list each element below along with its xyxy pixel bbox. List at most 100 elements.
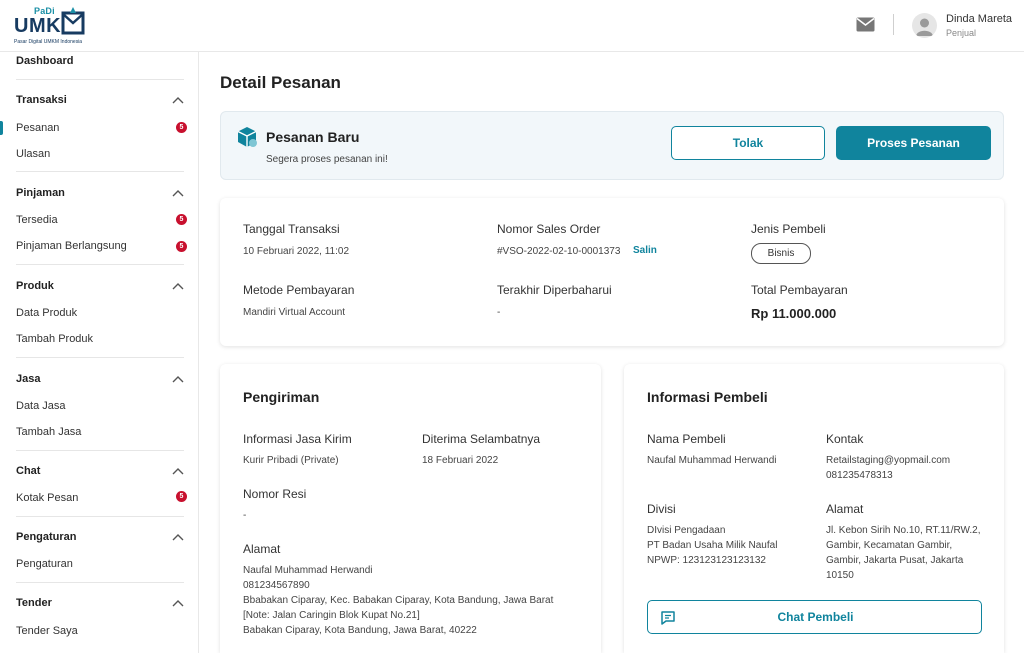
mail-icon[interactable] xyxy=(856,17,875,32)
shipping-title: Pengiriman xyxy=(243,389,320,405)
user-role: Penjual xyxy=(946,28,977,38)
chevron-up-icon[interactable] xyxy=(172,189,184,197)
diterima-label: Diterima Selambatnya xyxy=(422,432,541,446)
address-line: Naufal Muhammad Herwandi xyxy=(243,565,373,576)
buyer-address-line: Gambir, Kecamatan Gambir, xyxy=(826,540,953,551)
address-line: Babakan Ciparay, Kota Bandung, Jawa Bara… xyxy=(243,625,477,636)
person-icon xyxy=(916,18,933,36)
active-indicator xyxy=(0,121,3,135)
notification-badge: 5 xyxy=(176,122,187,133)
kontak-email: Retailstaging@yopmail.com xyxy=(826,455,951,466)
chat-buyer-button[interactable]: Chat Pembeli xyxy=(647,600,982,634)
order-summary-card: Tanggal Transaksi 10 Februari 2022, 11:0… xyxy=(220,198,1004,346)
kontak-phone: 081235478313 xyxy=(826,470,893,481)
nomor-resi-value: - xyxy=(243,510,247,521)
total-pembayaran-label: Total Pembayaran xyxy=(751,283,848,297)
buyer-address-line: Jl. Kebon Sirih No.10, RT.11/RW.2, xyxy=(826,525,981,536)
sidebar-item-tersedia[interactable]: Tersedia xyxy=(16,214,58,226)
chevron-up-icon[interactable] xyxy=(172,375,184,383)
buyer-info-card: Informasi Pembeli Nama Pembeli Naufal Mu… xyxy=(624,364,1004,653)
sidebar-divider xyxy=(16,264,184,265)
sidebar-section-transaksi[interactable]: Transaksi xyxy=(16,94,67,106)
logo-envelope-icon xyxy=(61,7,85,35)
terakhir-diperbaharui-label: Terakhir Diperbaharui xyxy=(497,283,612,297)
sidebar-item-tambah-jasa[interactable]: Tambah Jasa xyxy=(16,426,81,438)
sidebar-item-tender-saya[interactable]: Tender Saya xyxy=(16,625,78,637)
jasa-kirim-value: Kurir Pribadi (Private) xyxy=(243,455,339,466)
new-order-banner: Pesanan Baru Segera proses pesanan ini! … xyxy=(220,111,1004,180)
logo-umk-text: UMK xyxy=(14,15,62,37)
sidebar-section-pinjaman[interactable]: Pinjaman xyxy=(16,187,65,199)
padi-umkm-logo[interactable]: PaDi UMK Pasar Digital UMKM Indonesia xyxy=(14,6,94,46)
buyer-type-badge: Bisnis xyxy=(751,243,811,264)
buyer-info-title: Informasi Pembeli xyxy=(647,389,768,405)
sidebar-item-ulasan[interactable]: Ulasan xyxy=(16,148,50,160)
sales-order-label: Nomor Sales Order xyxy=(497,222,601,236)
shipping-card: Pengiriman Informasi Jasa Kirim Kurir Pr… xyxy=(220,364,601,653)
buyer-alamat-label: Alamat xyxy=(826,502,864,516)
header-divider xyxy=(893,14,894,35)
sidebar-item-pengaturan[interactable]: Pengaturan xyxy=(16,558,73,570)
sidebar-divider xyxy=(16,357,184,358)
banner-subtitle: Segera proses pesanan ini! xyxy=(266,154,388,165)
sidebar-item-kotak-pesan[interactable]: Kotak Pesan xyxy=(16,492,78,504)
sidebar-item-pinjaman-berlangsung[interactable]: Pinjaman Berlangsung xyxy=(16,240,127,252)
notification-badge: 5 xyxy=(176,214,187,225)
nama-pembeli-value: Naufal Muhammad Herwandi xyxy=(647,455,777,466)
notification-badge: 5 xyxy=(176,491,187,502)
notification-badge: 5 xyxy=(176,241,187,252)
divisi-label: Divisi xyxy=(647,502,676,516)
banner-title: Pesanan Baru xyxy=(266,129,360,145)
chevron-up-icon[interactable] xyxy=(172,282,184,290)
sidebar-item-tambah-produk[interactable]: Tambah Produk xyxy=(16,333,93,345)
nama-pembeli-label: Nama Pembeli xyxy=(647,432,726,446)
kontak-label: Kontak xyxy=(826,432,864,446)
chat-buyer-label: Chat Pembeli xyxy=(777,610,854,624)
divisi-line: NPWP: 123123123123132 xyxy=(647,555,766,566)
address-line: Bbabakan Ciparay, Kec. Babakan Ciparay, … xyxy=(243,595,554,606)
jenis-pembeli-label: Jenis Pembeli xyxy=(751,222,826,236)
metode-pembayaran-label: Metode Pembayaran xyxy=(243,283,355,297)
buyer-address-line: Gambir, Jakarta Pusat, Jakarta xyxy=(826,555,964,566)
sidebar-divider xyxy=(16,79,184,80)
sales-order-value: #VSO-2022-02-10-0001373 xyxy=(497,246,621,257)
address-line: [Note: Jalan Caringin Blok Kupat No.21] xyxy=(243,610,420,621)
divisi-line: PT Badan Usaha Milik Naufal xyxy=(647,540,778,551)
sidebar-item-pesanan[interactable]: Pesanan xyxy=(16,122,59,134)
user-name[interactable]: Dinda Mareta xyxy=(946,13,1012,25)
diterima-value: 18 Februari 2022 xyxy=(422,455,499,466)
chevron-up-icon[interactable] xyxy=(172,96,184,104)
page-title: Detail Pesanan xyxy=(220,73,341,92)
sidebar-section-jasa[interactable]: Jasa xyxy=(16,373,40,385)
address-line: 081234567890 xyxy=(243,580,310,591)
alamat-label: Alamat xyxy=(243,542,281,556)
metode-pembayaran-value: Mandiri Virtual Account xyxy=(243,307,346,318)
package-icon xyxy=(237,127,257,147)
chevron-up-icon[interactable] xyxy=(172,467,184,475)
sidebar-section-produk[interactable]: Produk xyxy=(16,280,54,292)
tanggal-transaksi-value: 10 Februari 2022, 11:02 xyxy=(243,246,350,257)
total-pembayaran-value: Rp 11.000.000 xyxy=(751,306,837,321)
avatar-icon[interactable] xyxy=(912,13,937,38)
copy-link[interactable]: Salin xyxy=(633,245,657,256)
terakhir-diperbaharui-value: - xyxy=(497,307,501,318)
process-order-button[interactable]: Proses Pesanan xyxy=(836,126,991,160)
top-header: PaDi UMK Pasar Digital UMKM Indonesia Di… xyxy=(0,0,1024,52)
sidebar-divider xyxy=(16,516,184,517)
sidebar-section-pengaturan[interactable]: Pengaturan xyxy=(16,531,77,543)
buyer-address-line: 10150 xyxy=(826,570,854,581)
sidebar-divider xyxy=(16,450,184,451)
chevron-up-icon[interactable] xyxy=(172,599,184,607)
sidebar: Dashboard Transaksi Pesanan 5 Ulasan Pin… xyxy=(0,52,199,653)
reject-button[interactable]: Tolak xyxy=(671,126,825,160)
chevron-up-icon[interactable] xyxy=(172,533,184,541)
sidebar-divider xyxy=(16,171,184,172)
sidebar-item-data-jasa[interactable]: Data Jasa xyxy=(16,400,66,412)
sidebar-item-data-produk[interactable]: Data Produk xyxy=(16,307,77,319)
tanggal-transaksi-label: Tanggal Transaksi xyxy=(243,222,340,236)
sidebar-divider xyxy=(16,582,184,583)
sidebar-section-chat[interactable]: Chat xyxy=(16,465,40,477)
sidebar-section-tender[interactable]: Tender xyxy=(16,597,52,609)
divisi-line: DIvisi Pengadaan xyxy=(647,525,726,536)
sidebar-item-dashboard[interactable]: Dashboard xyxy=(16,55,73,67)
